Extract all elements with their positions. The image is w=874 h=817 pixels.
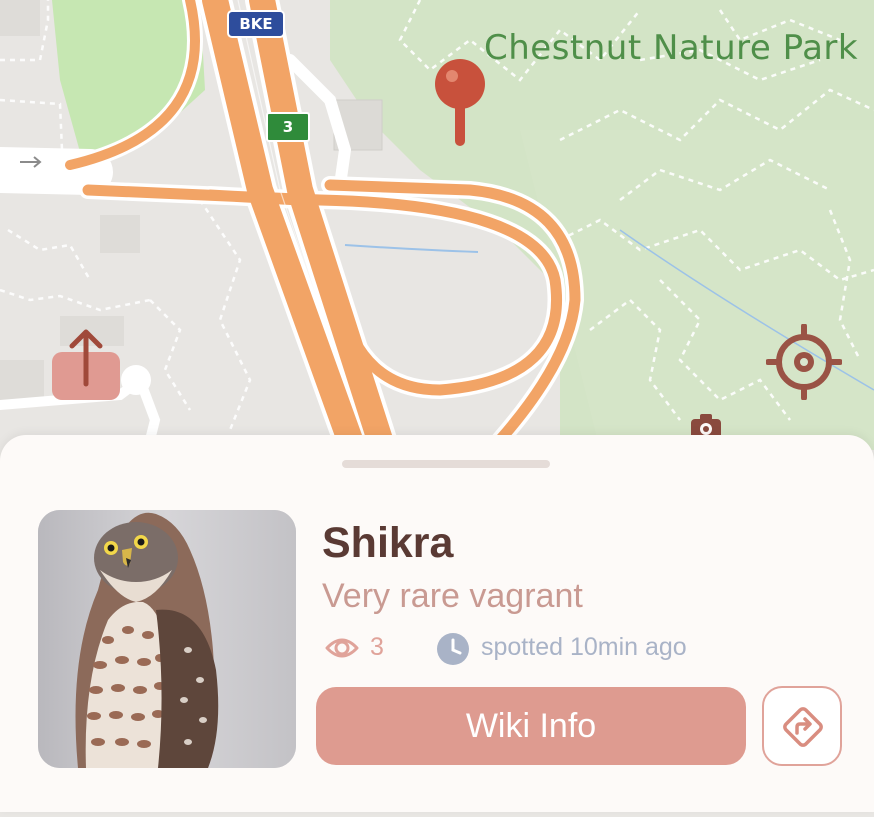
bird-detail-sheet: Shikra Very rare vagrant 3 spotted 10min… xyxy=(0,435,874,812)
exit-shield: 3 xyxy=(266,112,310,142)
directions-icon xyxy=(783,707,823,747)
sighting-stats: 3 spotted 10min ago xyxy=(324,631,784,665)
clock-icon xyxy=(437,633,469,665)
bird-photo[interactable] xyxy=(38,510,296,768)
bird-name: Shikra xyxy=(322,519,454,567)
views-count: 3 xyxy=(370,633,384,661)
locate-crosshair-icon[interactable] xyxy=(766,324,842,400)
eye-icon xyxy=(325,638,359,658)
rarity-status: Very rare vagrant xyxy=(322,577,583,615)
spotted-time: spotted 10min ago xyxy=(481,633,687,661)
directions-button[interactable] xyxy=(762,686,842,766)
map-pin-icon[interactable] xyxy=(432,58,488,150)
north-arrow-icon[interactable] xyxy=(52,326,120,400)
road-shield: BKE xyxy=(227,10,285,38)
park-name-label: Chestnut Nature Park xyxy=(484,28,859,68)
wiki-info-button[interactable]: Wiki Info xyxy=(316,687,746,765)
sheet-drag-handle[interactable] xyxy=(342,460,550,468)
